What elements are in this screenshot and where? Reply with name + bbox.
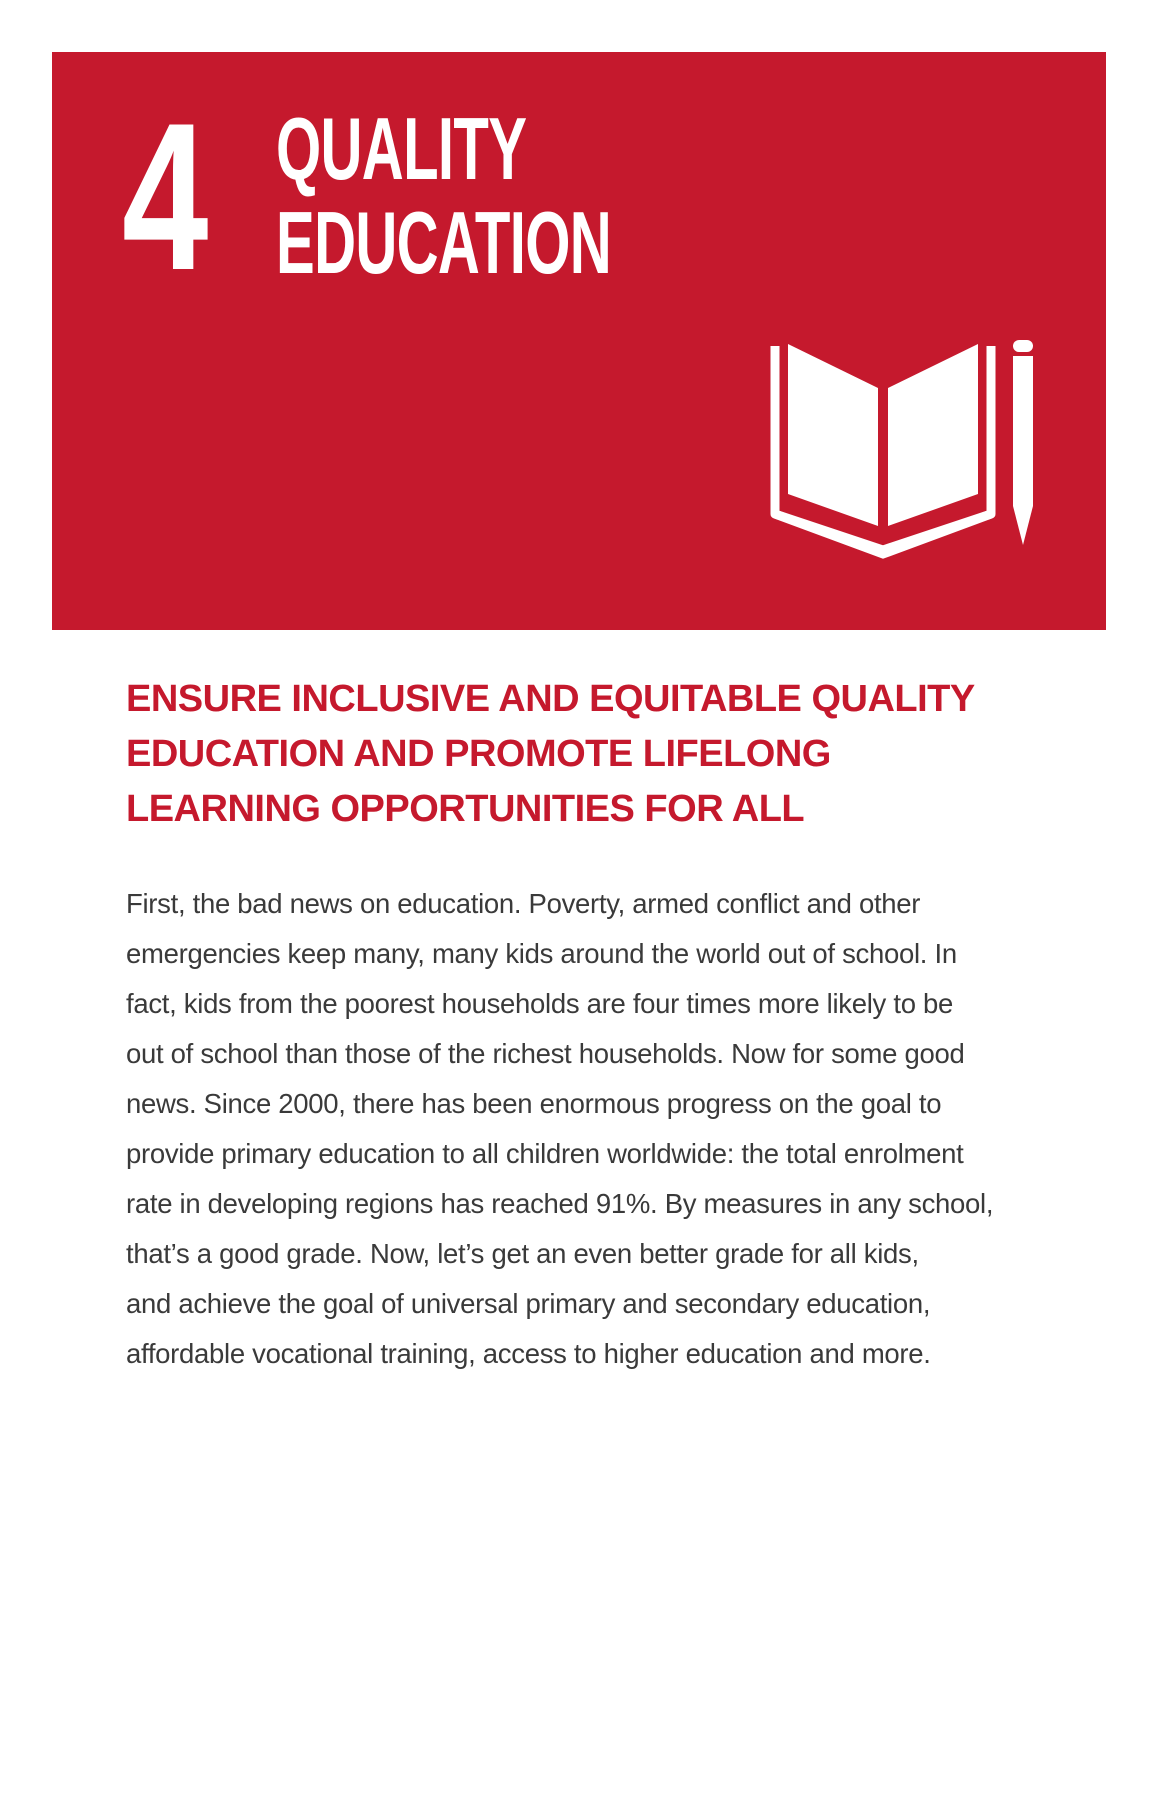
body-line: provide primary education to all childre… [126, 1138, 964, 1169]
body-line: out of school than those of the richest … [126, 1038, 965, 1069]
body-line: that’s a good grade. Now, let’s get an e… [126, 1238, 919, 1269]
body-line: First, the bad news on education. Povert… [126, 888, 921, 919]
body-line: news. Since 2000, there has been enormou… [126, 1088, 942, 1119]
body-line: fact, kids from the poorest households a… [126, 988, 954, 1019]
body-line: affordable vocational training, access t… [126, 1338, 931, 1369]
body-line: and achieve the goal of universal primar… [126, 1288, 931, 1319]
target-heading: ENSURE INCLUSIVE AND EQUITABLE QUALITY E… [126, 672, 1056, 837]
body-line: rate in developing regions has reached 9… [126, 1188, 994, 1219]
body-line: emergencies keep many, many kids around … [126, 938, 957, 969]
target-heading-line: ENSURE INCLUSIVE AND EQUITABLE QUALITY [126, 678, 975, 720]
target-heading-line: EDUCATION AND PROMOTE LIFELONG [126, 733, 831, 775]
goal-title-line: QUALITY [276, 99, 527, 198]
goal-title: QUALITY EDUCATION [276, 99, 612, 292]
goal-title-line: EDUCATION [276, 193, 612, 292]
target-heading-line: LEARNING OPPORTUNITIES FOR ALL [126, 788, 805, 830]
book-and-pencil-icon [770, 340, 1033, 559]
goal-banner: 4 QUALITY EDUCATION [52, 52, 1106, 630]
goal-number: 4 [122, 79, 208, 314]
target-section: ENSURE INCLUSIVE AND EQUITABLE QUALITY E… [126, 672, 1056, 1379]
body-paragraph: First, the bad news on education. Povert… [126, 879, 1056, 1379]
